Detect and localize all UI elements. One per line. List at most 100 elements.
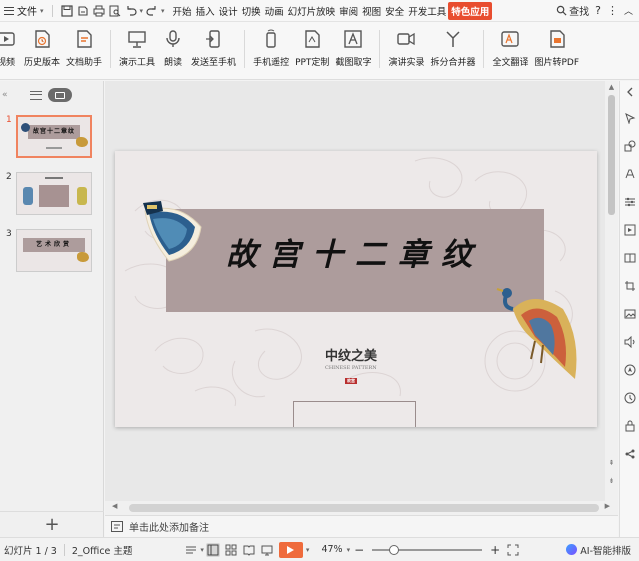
save-icon[interactable] (60, 4, 74, 18)
presenter-view-icon[interactable] (260, 543, 274, 557)
style-icon[interactable] (623, 167, 637, 181)
fit-to-window-icon[interactable] (506, 543, 520, 557)
ribbon-button-presentation-tools[interactable]: 演示工具 (119, 28, 155, 68)
tab-animations[interactable]: 动画 (263, 2, 286, 20)
slide-thumbnail-3[interactable]: 3 艺术欣赏 (6, 229, 92, 272)
search-icon (556, 5, 567, 16)
lock-icon[interactable] (623, 419, 637, 433)
tab-developer[interactable]: 开发工具 (406, 2, 448, 20)
ribbon-tabs: 开始 插入 设计 切换 动画 幻灯片放映 审阅 视图 安全 开发工具 特色应用 (171, 1, 493, 20)
undo-dropdown-icon[interactable]: ▾ (140, 7, 144, 15)
subtitle-textbox[interactable] (293, 401, 416, 427)
ai-layout-button[interactable]: AI-智能排版 (566, 543, 639, 557)
ribbon-button-split-merge[interactable]: 拆分合并器 (430, 28, 475, 68)
slide-editing-area: 故宫十二章纹 中纹之美 CHINESE PATTERN 故宫 (105, 81, 605, 501)
tab-slideshow[interactable]: 幻灯片放映 (286, 2, 338, 20)
crop-icon[interactable] (623, 279, 637, 293)
print-icon[interactable] (92, 4, 106, 18)
picture-icon[interactable] (623, 307, 637, 321)
tab-security[interactable]: 安全 (383, 2, 406, 20)
ppt-custom-icon (300, 28, 324, 50)
collapse-panel-icon[interactable]: « (2, 90, 8, 100)
horizontal-scrollbar[interactable]: ◀ ▶ (105, 501, 618, 515)
panel-header: « (0, 81, 103, 109)
next-page-icon[interactable]: ⇟ (605, 477, 618, 485)
vertical-scrollbar[interactable]: ▲ ⇞ ⇟ (605, 81, 618, 501)
ribbon-button-send-to-phone[interactable]: 发送至手机 (191, 28, 236, 68)
transition-icon[interactable] (623, 251, 637, 265)
ribbon-button-image-to-pdf[interactable]: 图片转PDF (535, 28, 579, 68)
shape-select-icon[interactable] (623, 111, 637, 125)
ribbon-button-label: 拆分合并器 (430, 58, 476, 68)
previous-page-icon[interactable]: ⇞ (605, 459, 618, 467)
slide-canvas[interactable]: 故宫十二章纹 中纹之美 CHINESE PATTERN 故宫 (115, 151, 597, 427)
ribbon-button-doc-assistant[interactable]: 文档助手 (66, 28, 102, 68)
slide-thumbnail-2[interactable]: 2 (6, 172, 92, 215)
scroll-thumb[interactable] (129, 504, 599, 512)
reading-view-icon[interactable] (242, 543, 256, 557)
outline-view-icon[interactable] (29, 90, 42, 100)
scroll-right-icon[interactable]: ▶ (605, 502, 610, 510)
ribbon-button-camera-record[interactable]: 演讲实录 (388, 28, 424, 68)
animation-icon[interactable] (623, 223, 637, 237)
ribbon-button-ocr[interactable]: 截图取字 (335, 28, 371, 68)
scroll-left-icon[interactable]: ◀ (112, 502, 117, 510)
zoom-in-button[interactable]: + (486, 543, 504, 557)
zoom-knob[interactable] (389, 544, 400, 555)
share-icon[interactable] (623, 447, 637, 461)
tab-insert[interactable]: 插入 (194, 2, 217, 20)
slide-title[interactable]: 故宫十二章纹 (166, 229, 544, 274)
phoenix-ornament (496, 288, 577, 379)
history-icon[interactable] (623, 391, 637, 405)
notes-toggle-icon[interactable] (184, 543, 198, 557)
scroll-up-icon[interactable]: ▲ (605, 83, 618, 91)
zoom-level[interactable]: 47% (317, 544, 346, 555)
brand-subtitle: CHINESE PATTERN (325, 365, 377, 371)
more-icon[interactable]: ⋮ (607, 4, 618, 17)
notes-pane[interactable]: 单击此处添加备注 (105, 515, 618, 537)
ribbon-button-translate[interactable]: 全文翻译 (492, 28, 529, 68)
undo-icon[interactable] (124, 4, 138, 18)
scroll-thumb[interactable] (608, 95, 615, 215)
ribbon-button-video[interactable]: 视频 (0, 28, 18, 68)
notes-dropdown-icon[interactable]: ▾ (200, 546, 204, 554)
ribbon-button-microphone[interactable]: 朗读 (161, 28, 185, 68)
ribbon-button-history[interactable]: 历史版本 (24, 28, 60, 68)
navigation-icon[interactable] (623, 363, 637, 377)
normal-view-icon[interactable] (205, 542, 220, 557)
file-menu[interactable]: 文件 ▾ (0, 3, 49, 18)
thumbnail-view-toggle[interactable] (47, 88, 72, 102)
zoom-out-button[interactable]: − (350, 543, 368, 557)
file-menu-label: 文件 (17, 7, 37, 18)
slide-number: 1 (6, 115, 12, 125)
search-button[interactable]: 查找 (556, 3, 589, 18)
ribbon-button-label: 文档助手 (66, 58, 103, 68)
collapse-ribbon-icon[interactable]: ︿ (624, 4, 633, 17)
tab-view[interactable]: 视图 (360, 2, 383, 20)
slide-thumbnail-1[interactable]: 1 故宫十二章纹 (6, 115, 92, 158)
properties-icon[interactable] (623, 195, 637, 209)
export-icon[interactable] (76, 4, 90, 18)
redo-icon[interactable] (145, 4, 159, 18)
play-slideshow-button[interactable] (278, 541, 303, 558)
zoom-slider[interactable] (372, 543, 483, 557)
audio-icon[interactable] (623, 335, 637, 349)
collapse-sidebar-icon[interactable] (623, 85, 637, 99)
ribbon-button-ppt-custom[interactable]: PPT定制 (295, 28, 329, 68)
doc-assistant-icon (72, 28, 96, 50)
tab-special-apps[interactable]: 特色应用 (448, 1, 493, 20)
theme-name[interactable]: 2_Office 主题 (68, 543, 137, 557)
slideshow-dropdown-icon[interactable]: ▾ (306, 546, 310, 554)
ribbon-button-phone-remote[interactable]: 手机遥控 (253, 28, 289, 68)
tab-review[interactable]: 审阅 (337, 2, 360, 20)
add-slide-button[interactable]: + (0, 511, 104, 537)
shapes-icon[interactable] (623, 139, 637, 153)
tab-home[interactable]: 开始 (171, 2, 194, 20)
help-icon[interactable]: ? (595, 4, 601, 17)
ribbon-button-label: 截图取字 (335, 58, 372, 68)
quick-access-customize-icon[interactable]: ▾ (161, 7, 165, 15)
print-preview-icon[interactable] (108, 4, 122, 18)
tab-design[interactable]: 设计 (217, 2, 240, 20)
slide-sorter-icon[interactable] (224, 543, 238, 557)
tab-transitions[interactable]: 切换 (240, 2, 263, 20)
